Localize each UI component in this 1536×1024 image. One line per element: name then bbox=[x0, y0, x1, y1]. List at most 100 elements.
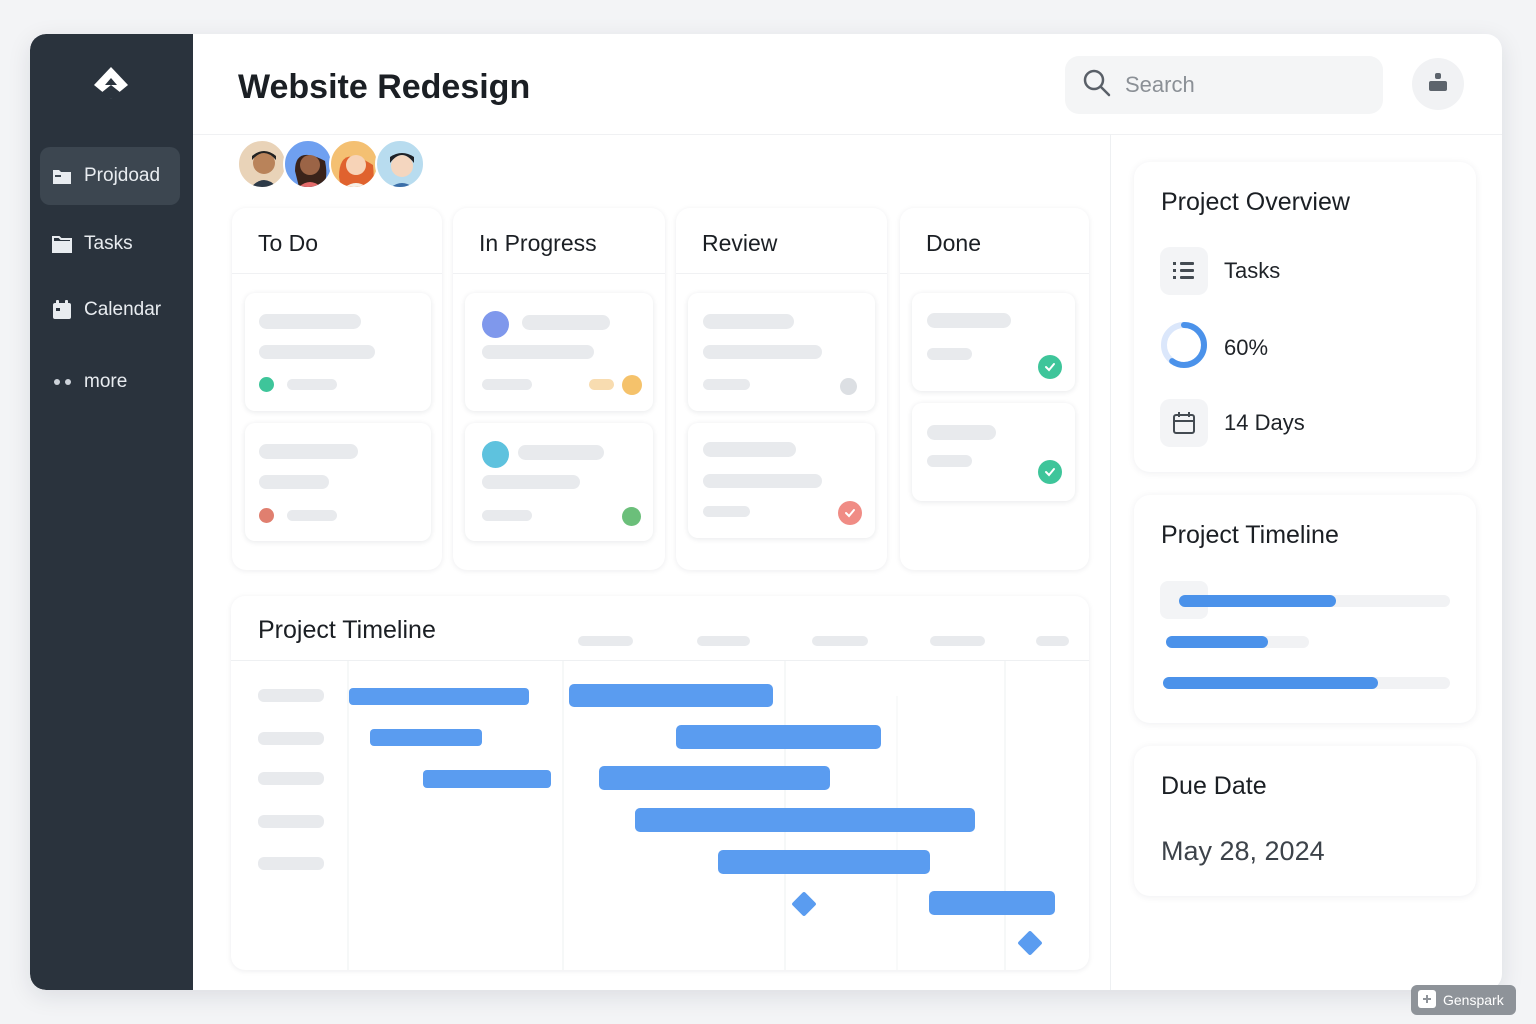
column-divider bbox=[232, 273, 442, 274]
assignee-dot bbox=[482, 311, 509, 338]
placeholder-bar bbox=[287, 379, 337, 390]
overview-progress-row: 60% bbox=[1160, 321, 1268, 375]
placeholder-bar bbox=[703, 442, 796, 457]
status-dot bbox=[259, 508, 274, 523]
user-menu-button[interactable] bbox=[1412, 58, 1464, 110]
column-in-progress: In Progress bbox=[453, 208, 665, 570]
placeholder-bar bbox=[287, 510, 337, 521]
due-date-value: May 28, 2024 bbox=[1161, 836, 1325, 866]
header-divider bbox=[193, 134, 1502, 135]
gantt-milestone bbox=[1018, 931, 1042, 955]
check-icon bbox=[838, 501, 862, 525]
search-input[interactable] bbox=[1125, 72, 1355, 98]
task-card[interactable] bbox=[688, 423, 875, 538]
placeholder-bar bbox=[703, 345, 822, 359]
gantt-task-bar bbox=[423, 770, 551, 788]
app-logo-icon[interactable] bbox=[91, 64, 131, 104]
panel-title: Project Overview bbox=[1161, 188, 1350, 216]
status-dot bbox=[622, 507, 641, 526]
assignee-dot bbox=[482, 441, 509, 468]
sidebar-item-label: Calendar bbox=[84, 299, 162, 320]
overview-days-label: 14 Days bbox=[1224, 410, 1305, 435]
column-divider bbox=[453, 273, 665, 274]
sidebar-item-label: more bbox=[84, 371, 128, 392]
task-card[interactable] bbox=[465, 293, 653, 411]
placeholder-bar bbox=[703, 314, 794, 329]
overview-tasks-label: Tasks bbox=[1224, 258, 1281, 283]
gantt-task-bar bbox=[370, 729, 482, 746]
gantt-task-bar bbox=[676, 725, 881, 749]
placeholder-bar bbox=[927, 313, 1011, 328]
calendar-icon bbox=[52, 300, 72, 319]
overview-progress-label: 60% bbox=[1224, 335, 1269, 360]
gantt-task-bar bbox=[599, 766, 830, 790]
gantt-chart: Project Timeline bbox=[231, 596, 1089, 970]
column-title: To Do bbox=[258, 230, 319, 256]
sidebar-item-tasks[interactable]: Tasks bbox=[40, 215, 180, 273]
overview-duration-row: 14 Days bbox=[1160, 399, 1305, 447]
gantt-task-bar bbox=[929, 891, 1055, 915]
gantt-row-label bbox=[258, 732, 324, 745]
placeholder-bar bbox=[703, 379, 750, 390]
search-icon bbox=[1083, 69, 1111, 102]
timeline-header-label bbox=[930, 636, 985, 646]
panel-title: Project Timeline bbox=[1161, 521, 1339, 549]
column-divider bbox=[676, 273, 887, 274]
column-title: In Progress bbox=[479, 230, 597, 256]
column-review: Review bbox=[676, 208, 887, 570]
folder-icon bbox=[52, 167, 72, 185]
more-dots-icon bbox=[52, 373, 72, 391]
placeholder-bar bbox=[522, 315, 610, 330]
task-card[interactable] bbox=[912, 293, 1075, 391]
avatar[interactable] bbox=[283, 139, 333, 189]
avatar[interactable] bbox=[375, 139, 425, 189]
timeline-header-label bbox=[578, 636, 633, 646]
gantt-milestone bbox=[792, 892, 816, 916]
watermark-badge: Genspark bbox=[1411, 985, 1516, 1015]
placeholder-bar bbox=[259, 314, 361, 329]
overview-tasks-row[interactable]: Tasks bbox=[1160, 247, 1280, 295]
gantt-task-bar bbox=[349, 688, 529, 705]
timeline-progress-fill bbox=[1163, 677, 1379, 689]
task-card[interactable] bbox=[688, 293, 875, 411]
column-title: Review bbox=[702, 230, 778, 256]
gantt-row-label bbox=[258, 815, 324, 828]
avatar[interactable] bbox=[329, 139, 379, 189]
due-date-panel: Due Date May 28, 2024 bbox=[1134, 746, 1476, 896]
placeholder-bar bbox=[259, 444, 358, 459]
gantt-divider bbox=[231, 660, 1089, 661]
placeholder-bar bbox=[518, 445, 604, 460]
sidebar-item-projects[interactable]: Projdoad bbox=[40, 147, 180, 205]
task-card[interactable] bbox=[465, 423, 653, 541]
timeline-progress-track bbox=[1166, 636, 1309, 648]
calendar-icon bbox=[1160, 399, 1208, 447]
task-card[interactable] bbox=[912, 403, 1075, 501]
content-divider bbox=[1110, 134, 1111, 990]
placeholder-bar bbox=[927, 348, 972, 360]
status-dot bbox=[259, 377, 274, 392]
column-done: Done bbox=[900, 208, 1089, 570]
sidebar-item-calendar[interactable]: Calendar bbox=[40, 281, 180, 339]
check-icon bbox=[1038, 355, 1062, 379]
check-icon bbox=[1038, 460, 1062, 484]
genspark-logo-icon bbox=[1417, 989, 1437, 1012]
task-card[interactable] bbox=[245, 423, 431, 541]
sidebar-item-label: Projdoad bbox=[84, 165, 161, 186]
placeholder-bar bbox=[703, 506, 750, 517]
avatar[interactable] bbox=[237, 139, 287, 189]
search-bar[interactable] bbox=[1065, 56, 1383, 114]
placeholder-bar bbox=[482, 379, 532, 390]
placeholder-bar bbox=[927, 425, 996, 440]
sidebar: Projdoad Tasks Calendar more bbox=[30, 34, 193, 990]
sidebar-item-more[interactable]: more bbox=[40, 353, 180, 411]
task-card[interactable] bbox=[245, 293, 431, 411]
gantt-canvas bbox=[258, 636, 1069, 970]
timeline-progress-fill bbox=[1166, 636, 1268, 648]
priority-tag bbox=[589, 379, 614, 390]
timeline-progress-track bbox=[1179, 595, 1450, 607]
gantt-title: Project Timeline bbox=[258, 616, 436, 644]
placeholder-bar bbox=[703, 474, 822, 488]
placeholder-bar bbox=[259, 345, 375, 359]
progress-ring-icon bbox=[1160, 321, 1208, 375]
timeline-progress-track bbox=[1163, 677, 1450, 689]
